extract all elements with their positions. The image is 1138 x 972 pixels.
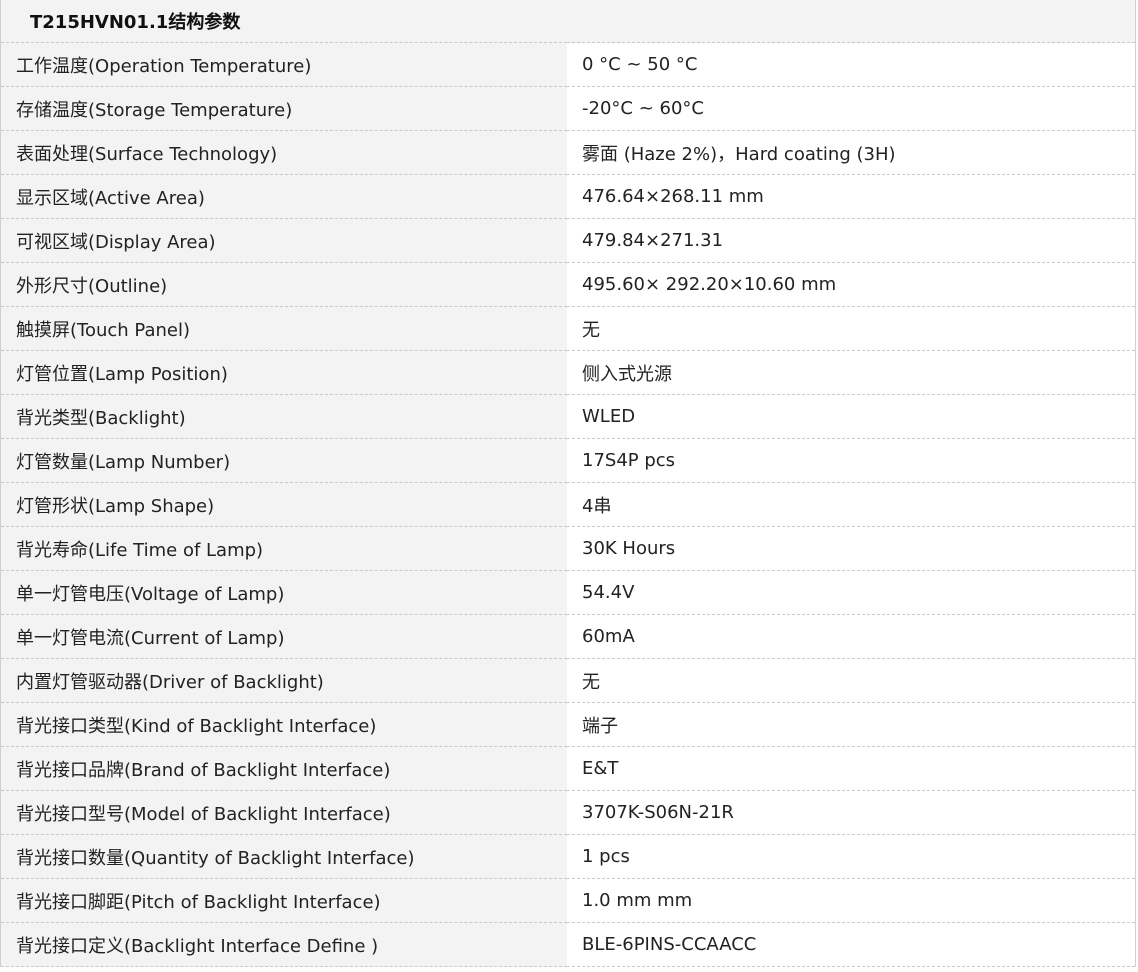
row-label: 表面处理(Surface Technology) (0, 130, 567, 175)
row-label: 背光接口型号(Model of Backlight Interface) (0, 790, 567, 835)
row-value: 495.60× 292.20×10.60 mm (567, 262, 1136, 307)
row-label: 灯管数量(Lamp Number) (0, 438, 567, 483)
row-value: 侧入式光源 (567, 350, 1136, 395)
row-value: 4串 (567, 482, 1136, 527)
row-label: 工作温度(Operation Temperature) (0, 42, 567, 87)
row-label: 背光接口类型(Kind of Backlight Interface) (0, 702, 567, 747)
table-row: 背光类型(Backlight) WLED (0, 394, 1136, 439)
row-value: 雾面 (Haze 2%)，Hard coating (3H) (567, 130, 1136, 175)
row-value: 0 °C ~ 50 °C (567, 42, 1136, 87)
row-value: WLED (567, 394, 1136, 439)
table-row: 背光接口定义(Backlight Interface Define ) BLE-6… (0, 922, 1136, 967)
row-value: 30K Hours (567, 526, 1136, 571)
row-label: 背光接口品牌(Brand of Backlight Interface) (0, 746, 567, 791)
row-value: 端子 (567, 702, 1136, 747)
table-row: 背光接口数量(Quantity of Backlight Interface) 1… (0, 834, 1136, 879)
row-value: BLE-6PINS-CCAACC (567, 922, 1136, 967)
row-label: 存储温度(Storage Temperature) (0, 86, 567, 131)
table-row: 外形尺寸(Outline) 495.60× 292.20×10.60 mm (0, 262, 1136, 307)
table-row: 灯管数量(Lamp Number) 17S4P pcs (0, 438, 1136, 483)
row-value: 60mA (567, 614, 1136, 659)
table-title-row: T215HVN01.1结构参数 (0, 0, 1136, 43)
table-row: 显示区域(Active Area) 476.64×268.11 mm (0, 174, 1136, 219)
row-label: 背光寿命(Life Time of Lamp) (0, 526, 567, 571)
row-value: 1.0 mm mm (567, 878, 1136, 923)
row-label: 背光接口脚距(Pitch of Backlight Interface) (0, 878, 567, 923)
row-value: 479.84×271.31 (567, 218, 1136, 263)
table-row: 灯管位置(Lamp Position) 侧入式光源 (0, 350, 1136, 395)
row-label: 灯管位置(Lamp Position) (0, 350, 567, 395)
row-label: 单一灯管电流(Current of Lamp) (0, 614, 567, 659)
row-label: 可视区域(Display Area) (0, 218, 567, 263)
table-row: 存储温度(Storage Temperature) -20°C ~ 60°C (0, 86, 1136, 131)
row-label: 背光接口数量(Quantity of Backlight Interface) (0, 834, 567, 879)
table-row: 灯管形状(Lamp Shape) 4串 (0, 482, 1136, 527)
row-value: 17S4P pcs (567, 438, 1136, 483)
table-row: 内置灯管驱动器(Driver of Backlight) 无 (0, 658, 1136, 703)
row-value: 3707K-S06N-21R (567, 790, 1136, 835)
table-row: 单一灯管电流(Current of Lamp) 60mA (0, 614, 1136, 659)
row-value: 54.4V (567, 570, 1136, 615)
row-value: 476.64×268.11 mm (567, 174, 1136, 219)
spec-table: T215HVN01.1结构参数 工作温度(Operation Temperatu… (0, 0, 1136, 967)
row-label: 外形尺寸(Outline) (0, 262, 567, 307)
table-row: 工作温度(Operation Temperature) 0 °C ~ 50 °C (0, 42, 1136, 87)
row-label: 背光类型(Backlight) (0, 394, 567, 439)
table-row: 背光接口品牌(Brand of Backlight Interface) E&T (0, 746, 1136, 791)
table-row: 背光接口类型(Kind of Backlight Interface) 端子 (0, 702, 1136, 747)
table-row: 背光接口型号(Model of Backlight Interface) 3707… (0, 790, 1136, 835)
row-value: 无 (567, 658, 1136, 703)
row-value: 无 (567, 306, 1136, 351)
row-label: 灯管形状(Lamp Shape) (0, 482, 567, 527)
table-row: 可视区域(Display Area) 479.84×271.31 (0, 218, 1136, 263)
row-label: 单一灯管电压(Voltage of Lamp) (0, 570, 567, 615)
row-label: 内置灯管驱动器(Driver of Backlight) (0, 658, 567, 703)
table-title: T215HVN01.1结构参数 (0, 0, 1136, 43)
table-row: 背光寿命(Life Time of Lamp) 30K Hours (0, 526, 1136, 571)
row-value: -20°C ~ 60°C (567, 86, 1136, 131)
row-value: 1 pcs (567, 834, 1136, 879)
table-row: 触摸屏(Touch Panel) 无 (0, 306, 1136, 351)
table-row: 背光接口脚距(Pitch of Backlight Interface) 1.0 … (0, 878, 1136, 923)
table-row: 表面处理(Surface Technology) 雾面 (Haze 2%)，Har… (0, 130, 1136, 175)
row-label: 触摸屏(Touch Panel) (0, 306, 567, 351)
row-label: 背光接口定义(Backlight Interface Define ) (0, 922, 567, 967)
row-label: 显示区域(Active Area) (0, 174, 567, 219)
row-value: E&T (567, 746, 1136, 791)
table-row: 单一灯管电压(Voltage of Lamp) 54.4V (0, 570, 1136, 615)
